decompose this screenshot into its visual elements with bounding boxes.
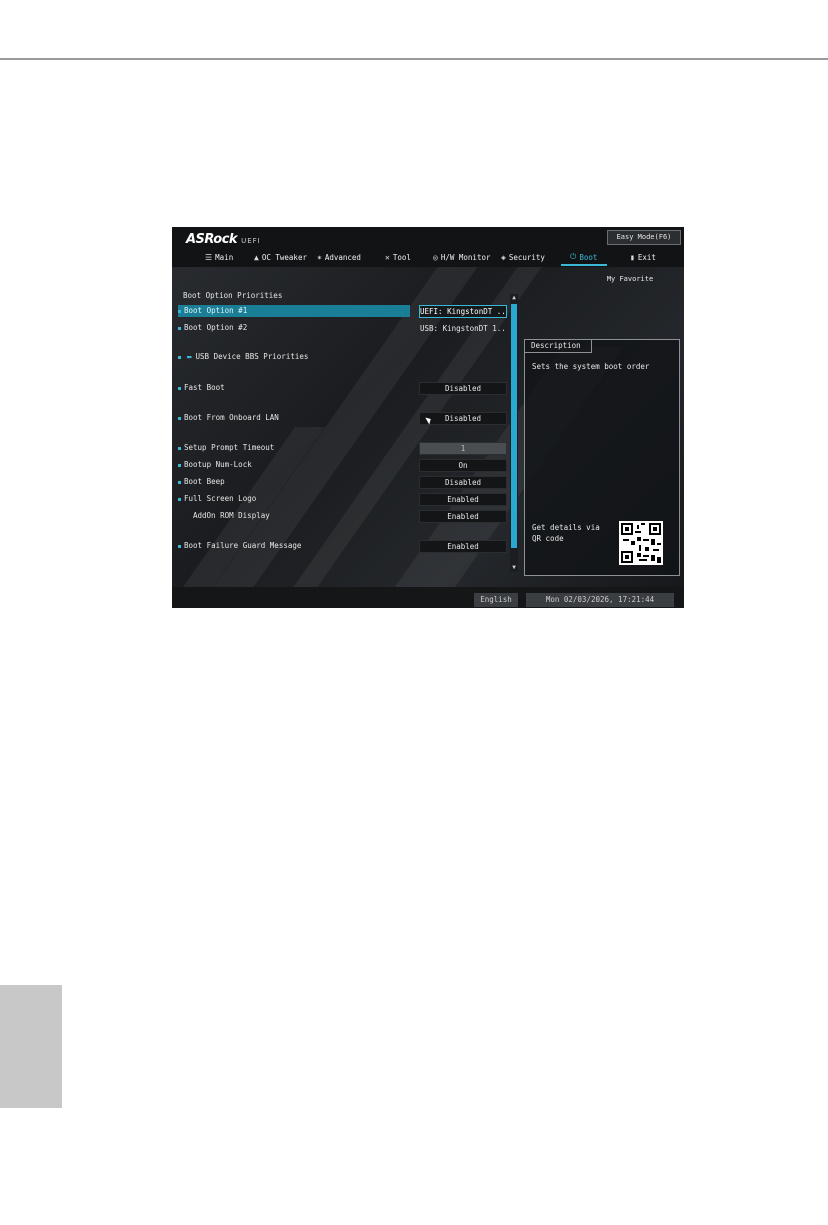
star-icon: ✶ bbox=[317, 252, 322, 262]
page-side-tab bbox=[0, 985, 62, 1108]
qr-caption: Get details via QR code bbox=[532, 523, 600, 543]
boot-option-2-value[interactable]: USB: KingstonDT 1... bbox=[419, 322, 507, 335]
tab-main[interactable]: ☰ Main bbox=[205, 251, 233, 263]
boot-failure-guard-row[interactable]: Boot Failure Guard Message bbox=[178, 540, 301, 552]
folder-icon: ▬ bbox=[187, 352, 192, 361]
setup-prompt-timeout-row[interactable]: Setup Prompt Timeout bbox=[178, 442, 274, 454]
wrench-icon: ✕ bbox=[385, 252, 390, 262]
page-top-rule bbox=[0, 58, 828, 60]
boot-failure-guard-value[interactable]: Enabled bbox=[419, 540, 507, 553]
datetime-display: Mon 02/03/2026, 17:21:44 bbox=[526, 593, 674, 607]
power-icon: ⏻ bbox=[570, 252, 577, 261]
addon-rom-display-value[interactable]: Enabled bbox=[419, 510, 507, 523]
tab-advanced[interactable]: ✶ Advanced bbox=[317, 251, 361, 263]
boot-beep-value[interactable]: Disabled bbox=[419, 476, 507, 489]
fast-boot-row[interactable]: Fast Boot bbox=[178, 382, 225, 394]
tab-oc-tweaker[interactable]: ▲ OC Tweaker bbox=[254, 251, 307, 263]
full-screen-logo-value[interactable]: Enabled bbox=[419, 493, 507, 506]
description-panel: Description Sets the system boot order G… bbox=[524, 339, 680, 576]
boot-onboard-lan-value[interactable]: Disabled bbox=[419, 412, 507, 425]
door-icon: ▮ bbox=[630, 252, 635, 262]
scrollbar-thumb[interactable] bbox=[511, 304, 517, 548]
bootup-num-lock-value[interactable]: On bbox=[419, 459, 507, 472]
shield-icon: ◈ bbox=[501, 252, 506, 262]
section-title: Boot Option Priorities bbox=[183, 291, 283, 300]
bullet-icon bbox=[178, 480, 181, 484]
asrock-logo: ASRock UEFI bbox=[186, 232, 261, 247]
bullet-icon bbox=[178, 463, 181, 467]
bullet-icon bbox=[178, 386, 181, 390]
boot-beep-row[interactable]: Boot Beep bbox=[178, 476, 225, 488]
usb-bbs-priorities-row[interactable]: ▬ USB Device BBS Priorities bbox=[178, 351, 308, 363]
tab-boot[interactable]: ⏻ Boot bbox=[570, 251, 597, 263]
bullet-icon bbox=[178, 544, 181, 548]
bullet-icon bbox=[178, 326, 181, 330]
bullet-icon bbox=[178, 309, 181, 313]
full-screen-logo-row[interactable]: Full Screen Logo bbox=[178, 493, 256, 505]
bullet-icon bbox=[178, 446, 181, 450]
bullet-icon bbox=[178, 497, 181, 501]
scroll-down-icon[interactable]: ▼ bbox=[510, 564, 518, 572]
bios-screenshot: ASRock UEFI Easy Mode(F6) ☰ Main ▲ OC Tweak… bbox=[172, 227, 684, 608]
qr-code-icon bbox=[619, 521, 663, 565]
tab-exit[interactable]: ▮ Exit bbox=[630, 251, 656, 263]
flame-icon: ▲ bbox=[254, 252, 259, 262]
scroll-up-icon[interactable]: ▲ bbox=[510, 294, 518, 302]
tab-security[interactable]: ◈ Security bbox=[501, 251, 545, 263]
fast-boot-value[interactable]: Disabled bbox=[419, 382, 507, 395]
bios-header: ASRock UEFI Easy Mode(F6) ☰ Main ▲ OC Tweak… bbox=[172, 227, 684, 267]
description-title: Description bbox=[525, 340, 592, 353]
bullet-icon bbox=[178, 355, 181, 359]
active-tab-indicator bbox=[561, 264, 607, 266]
boot-option-2-row[interactable]: Boot Option #2 bbox=[178, 322, 247, 334]
boot-onboard-lan-row[interactable]: Boot From Onboard LAN bbox=[178, 412, 279, 424]
bootup-num-lock-row[interactable]: Bootup Num-Lock bbox=[178, 459, 252, 471]
tab-tool[interactable]: ✕ Tool bbox=[385, 251, 411, 263]
addon-rom-display-row[interactable]: AddOn ROM Display bbox=[193, 510, 270, 522]
setup-prompt-timeout-value[interactable]: 1 bbox=[419, 442, 507, 455]
description-text: Sets the system boot order bbox=[532, 362, 650, 371]
language-button[interactable]: English bbox=[474, 593, 518, 607]
easy-mode-button[interactable]: Easy Mode(F6) bbox=[607, 230, 681, 245]
boot-option-1-value[interactable]: UEFI: KingstonDT ... bbox=[419, 305, 507, 318]
list-icon: ☰ bbox=[205, 252, 213, 262]
boot-option-1-row[interactable]: Boot Option #1 bbox=[178, 305, 410, 317]
tab-hw-monitor[interactable]: ◎ H/W Monitor bbox=[433, 251, 491, 263]
bullet-icon bbox=[178, 416, 181, 420]
my-favorite-button[interactable]: My Favorite bbox=[582, 273, 678, 286]
gauge-icon: ◎ bbox=[433, 252, 438, 262]
